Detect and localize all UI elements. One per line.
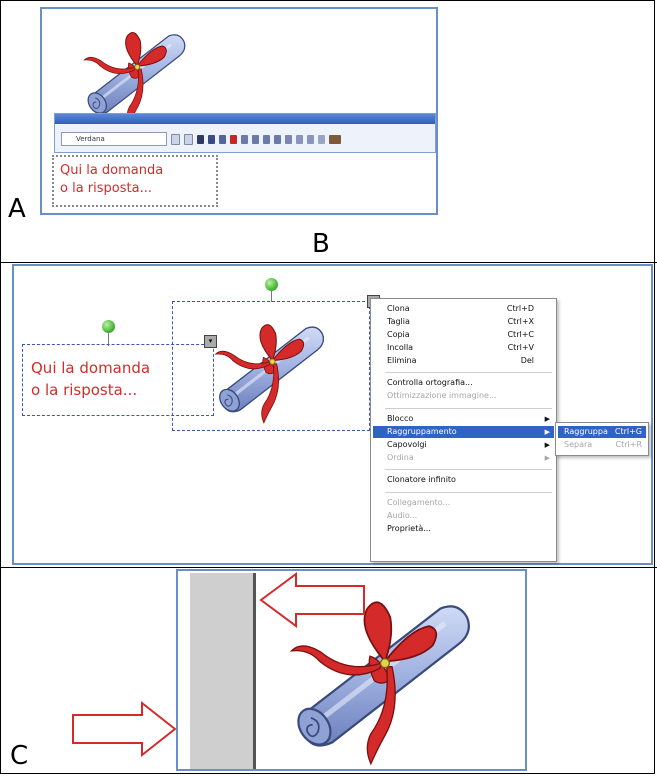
menu-shortcut: Ctrl+R <box>615 440 643 449</box>
arrow-right-icon <box>72 700 177 758</box>
scroll-image-b <box>213 322 326 425</box>
font-select-value: Verdana <box>76 135 105 143</box>
menu-label: Taglia <box>387 317 410 326</box>
menu-label: Copia <box>387 330 410 339</box>
menu-item-delete[interactable]: Elimina Del <box>373 355 554 367</box>
menu-shortcut: Del <box>520 356 534 365</box>
menu-label: Blocco <box>387 414 414 423</box>
textbox-b-line2: o la risposta... <box>31 381 138 399</box>
menu-item-clone[interactable]: Clona Ctrl+D <box>373 303 554 315</box>
submenu-item-group[interactable]: Raggruppa Ctrl+G <box>558 426 646 438</box>
menu-label: Incolla <box>387 343 414 352</box>
menu-label: Clonatore infinito <box>387 475 456 484</box>
bold-button[interactable] <box>197 134 204 144</box>
question-textbox-a[interactable]: Qui la domanda o la risposta... <box>52 155 218 207</box>
menu-shortcut: Ctrl+V <box>507 343 534 352</box>
toolbar-buttons <box>171 133 431 145</box>
underline-button[interactable] <box>219 134 226 144</box>
rotate-handle-image[interactable] <box>265 278 278 291</box>
menu-label: Capovolgi <box>387 440 427 449</box>
toolbar-titlebar[interactable] <box>55 114 435 124</box>
format-toolbar: Verdana <box>54 113 436 153</box>
menu-item-order: Ordina ▶ <box>373 452 554 464</box>
menu-label: Collegamento... <box>387 498 451 507</box>
align-center-button[interactable] <box>252 134 259 144</box>
insert-button[interactable] <box>318 134 325 144</box>
menu-label: Ottimizzazione immagine... <box>387 391 497 400</box>
pen-button[interactable] <box>307 134 314 144</box>
menu-label: Ordina <box>387 453 414 462</box>
menu-label: Separa <box>564 440 593 449</box>
menu-item-cut[interactable]: Taglia Ctrl+X <box>373 316 554 328</box>
label-c: C <box>10 741 29 771</box>
menu-dropdown-icon[interactable]: ▾ <box>204 335 217 348</box>
submenu-item-ungroup: Separa Ctrl+R <box>558 439 646 451</box>
italic-button[interactable] <box>208 134 215 144</box>
menu-shortcut: Ctrl+G <box>614 427 642 436</box>
link-button[interactable] <box>296 134 303 144</box>
color-button[interactable] <box>230 134 237 144</box>
align-left-button[interactable] <box>241 134 248 144</box>
menu-label: Raggruppa <box>564 427 608 436</box>
menu-shortcut: Ctrl+X <box>507 317 534 326</box>
menu-label: Controlla ortografia... <box>387 378 473 387</box>
menu-label: Audio... <box>387 511 418 520</box>
menu-item-audio: Audio... <box>373 510 554 522</box>
menu-item-paste[interactable]: Incolla Ctrl+V <box>373 342 554 354</box>
textbox-b-line1: Qui la domanda <box>31 359 151 377</box>
submenu-arrow-icon: ▶ <box>544 441 550 449</box>
menu-item-lock[interactable]: Blocco ▶ <box>373 413 554 425</box>
menu-item-spellcheck[interactable]: Controlla ortografia... <box>373 377 554 389</box>
menu-item-infinite-cloner[interactable]: Clonatore infinito <box>373 474 554 486</box>
menu-item-optimize-image: Ottimizzazione immagine... <box>373 390 554 402</box>
menu-separator <box>385 469 552 470</box>
arrow-left-icon <box>259 572 365 628</box>
image-selection[interactable] <box>172 301 370 431</box>
menu-label: Proprietà... <box>387 524 431 533</box>
context-menu: Clona Ctrl+D Taglia Ctrl+X Copia Ctrl+C Inc… <box>370 298 557 562</box>
align-right-button[interactable] <box>263 134 270 144</box>
section-divider-bc <box>0 567 657 568</box>
menu-item-copy[interactable]: Copia Ctrl+C <box>373 329 554 341</box>
font-select[interactable]: Verdana <box>61 132 167 146</box>
question-textbox-b: Qui la domanda o la risposta... <box>31 357 150 401</box>
menu-item-flip[interactable]: Capovolgi ▶ <box>373 439 554 451</box>
menu-item-link: Collegamento... <box>373 497 554 509</box>
size-up-button[interactable] <box>184 133 193 145</box>
textbox-line1: Qui la domanda <box>60 163 164 178</box>
submenu-arrow-icon: ▶ <box>544 428 550 436</box>
menu-separator <box>385 492 552 493</box>
label-b: B <box>312 229 330 259</box>
menu-label: Elimina <box>387 356 417 365</box>
list-button[interactable] <box>274 134 281 144</box>
menu-shortcut: Ctrl+C <box>507 330 534 339</box>
rotate-handle-textbox[interactable] <box>102 320 115 333</box>
indent-button[interactable] <box>285 134 292 144</box>
menu-separator <box>385 408 552 409</box>
panel-b: Qui la domanda o la risposta... ▾ ▾ Clon… <box>12 264 653 565</box>
textbox-line2: o la risposta... <box>60 181 152 196</box>
menu-item-grouping[interactable]: Raggruppamento ▶ <box>373 426 554 438</box>
size-down-button[interactable] <box>171 133 180 145</box>
menu-shortcut: Ctrl+D <box>506 304 534 313</box>
menu-item-properties[interactable]: Proprietà... <box>373 523 554 535</box>
section-divider-ab <box>0 262 657 263</box>
panel-a: Verdana Qui la domanda o la risposta... <box>40 7 438 215</box>
grouping-submenu: Raggruppa Ctrl+G Separa Ctrl+R <box>555 422 649 456</box>
label-a: A <box>8 194 26 224</box>
menu-label: Clona <box>387 304 410 313</box>
submenu-arrow-icon: ▶ <box>544 454 550 462</box>
menu-separator <box>385 372 552 373</box>
scroll-image-a[interactable] <box>60 17 210 127</box>
menu-label: Raggruppamento <box>387 427 457 436</box>
folder-icon[interactable] <box>329 134 341 144</box>
submenu-arrow-icon: ▶ <box>544 415 550 423</box>
